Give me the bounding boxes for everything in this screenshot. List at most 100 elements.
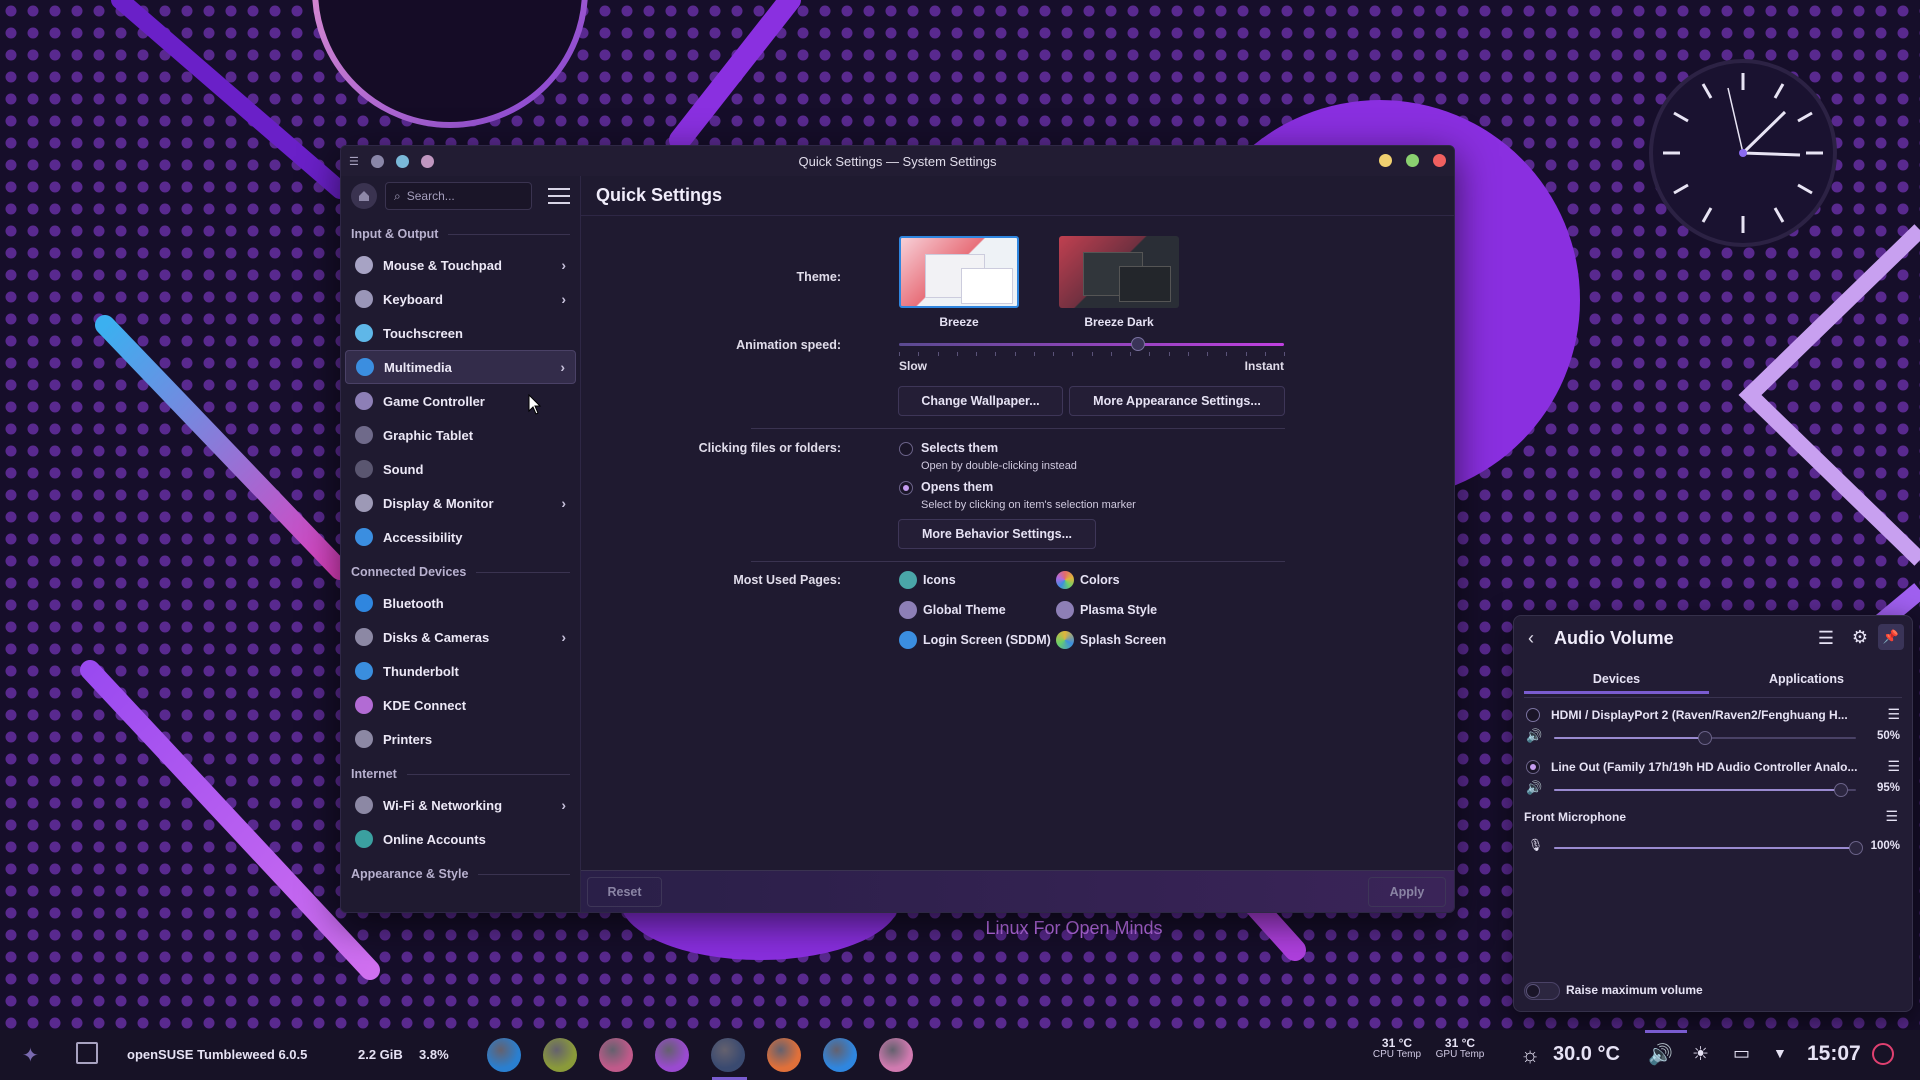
sidebar-item-kde-connect[interactable]: KDE Connect (345, 688, 576, 722)
disk-icon[interactable] (599, 1038, 633, 1072)
graphic-tablet-icon (355, 426, 373, 444)
weather-temperature[interactable]: 30.0 °C (1553, 1043, 1620, 1066)
breeze-dark-thumbnail (1059, 236, 1179, 308)
lineout-volume-slider[interactable] (1554, 783, 1856, 797)
more-behavior-button[interactable]: More Behavior Settings... (898, 519, 1096, 549)
game-icon[interactable] (543, 1038, 577, 1072)
slider-tick (1226, 352, 1228, 356)
hdmi-volume-slider[interactable] (1554, 731, 1856, 745)
microphone-icon[interactable]: 🎙 (1528, 838, 1543, 852)
slider-tick (1207, 352, 1208, 356)
overview-icon[interactable] (76, 1042, 98, 1064)
dolphin-icon[interactable] (823, 1038, 857, 1072)
back-icon[interactable]: ‹ (1528, 628, 1534, 649)
home-button[interactable] (351, 183, 377, 209)
speaker-icon[interactable]: 🔊 (1526, 780, 1542, 796)
slider-tick (1053, 352, 1054, 356)
keep-above-button[interactable] (395, 154, 409, 168)
tab-applications[interactable]: Applications (1714, 664, 1899, 694)
shop-icon[interactable] (655, 1038, 689, 1072)
chevron-right-icon: › (561, 257, 566, 273)
page-colors[interactable]: Colors (1056, 571, 1120, 589)
page-login-screen[interactable]: Login Screen (SDDM) (899, 631, 1051, 649)
menu-icon[interactable]: ☰ (1818, 628, 1834, 649)
brightness-icon[interactable]: ☀ (1692, 1043, 1709, 1066)
speaker-icon[interactable]: 🔊 (1526, 728, 1542, 744)
page-global-theme[interactable]: Global Theme (899, 601, 1006, 619)
tab-devices[interactable]: Devices (1524, 664, 1709, 694)
sidebar-item-touchscreen[interactable]: Touchscreen (345, 316, 576, 350)
window-titlebar[interactable]: Quick Settings — System Settings ☰ (341, 146, 1454, 176)
shade-button[interactable] (420, 154, 434, 168)
minimize-button[interactable] (1379, 154, 1392, 167)
sidebar-item-multimedia[interactable]: Multimedia › (345, 350, 576, 384)
sidebar-item-printers[interactable]: Printers (345, 722, 576, 756)
gear-icon[interactable]: ⚙ (1852, 627, 1868, 648)
firefox-icon[interactable] (767, 1038, 801, 1072)
sidebar-item-label: Thunderbolt (383, 663, 459, 679)
slider-handle[interactable] (1698, 731, 1712, 745)
display-config-icon[interactable]: ▭ (1733, 1043, 1750, 1064)
colors-icon (1056, 571, 1074, 589)
lineout-default-radio[interactable] (1526, 760, 1540, 774)
selects-them-label[interactable]: Selects them (921, 441, 998, 455)
theme-breeze-dark[interactable]: Breeze Dark (1059, 236, 1179, 329)
tray-expand-icon[interactable]: ▼ (1773, 1045, 1787, 1061)
raise-volume-toggle[interactable] (1524, 982, 1560, 1000)
pin-icon[interactable]: 📌 (1878, 624, 1904, 650)
search-input[interactable]: ⌕ Search... (385, 182, 532, 210)
slider-handle[interactable] (1833, 783, 1848, 797)
selects-them-radio[interactable] (899, 442, 913, 456)
sidebar-section-header: Internet (341, 760, 580, 788)
sidebar-item-keyboard[interactable]: Keyboard › (345, 282, 576, 316)
lineout-device-name: Line Out (Family 17h/19h HD Audio Contro… (1551, 760, 1858, 774)
hdmi-menu-icon[interactable]: ☰ (1887, 706, 1900, 723)
animation-slider-handle[interactable] (1130, 337, 1145, 351)
sidebar-item-sound[interactable]: Sound (345, 452, 576, 486)
lineout-menu-icon[interactable]: ☰ (1887, 758, 1900, 775)
divider (751, 428, 1285, 429)
page-icons[interactable]: Icons (899, 571, 956, 589)
page-splash-screen[interactable]: Splash Screen (1056, 631, 1166, 649)
mic-device-name: Front Microphone (1524, 810, 1626, 824)
maximize-button[interactable] (1406, 154, 1419, 167)
close-button[interactable] (1433, 154, 1446, 167)
sidebar-item-bluetooth[interactable]: Bluetooth (345, 586, 576, 620)
sidebar-item-wi-fi-networking[interactable]: Wi-Fi & Networking › (345, 788, 576, 822)
sidebar-item-disks-cameras[interactable]: Disks & Cameras › (345, 620, 576, 654)
hamburger-menu-icon[interactable] (548, 188, 570, 204)
system-monitor-icon[interactable] (487, 1038, 521, 1072)
analog-clock-widget (1649, 59, 1837, 247)
clock[interactable]: 15:07 (1807, 1042, 1861, 1066)
sidebar-item-online-accounts[interactable]: Online Accounts (345, 822, 576, 856)
pin-button[interactable] (370, 154, 384, 168)
mic-volume-slider[interactable] (1554, 841, 1863, 855)
sidebar-item-thunderbolt[interactable]: Thunderbolt (345, 654, 576, 688)
settings-icon[interactable] (711, 1038, 745, 1072)
theme-breeze[interactable]: Breeze (899, 236, 1019, 329)
more-appearance-button[interactable]: More Appearance Settings... (1069, 386, 1285, 416)
opens-them-label[interactable]: Opens them (921, 480, 993, 494)
sidebar-item-label: Sound (383, 461, 424, 477)
change-wallpaper-button[interactable]: Change Wallpaper... (898, 386, 1063, 416)
theme-label: Theme: (796, 270, 841, 284)
apply-button[interactable]: Apply (1368, 877, 1446, 907)
slider-handle[interactable] (1849, 841, 1863, 855)
opens-them-radio[interactable] (899, 481, 913, 495)
hdmi-default-radio[interactable] (1526, 708, 1540, 722)
sidebar-item-accessibility[interactable]: Accessibility (345, 520, 576, 554)
mic-menu-icon[interactable]: ☰ (1885, 808, 1898, 825)
krita-icon[interactable] (879, 1038, 913, 1072)
reset-button[interactable]: Reset (587, 877, 662, 907)
app-menu-icon[interactable]: ☰ (349, 155, 359, 168)
weather-icon[interactable]: ☼ (1520, 1042, 1540, 1068)
do-not-disturb-icon[interactable] (1872, 1043, 1894, 1065)
sidebar-item-display-monitor[interactable]: Display & Monitor › (345, 486, 576, 520)
slider-tick (1149, 352, 1151, 356)
application-launcher-icon[interactable]: ✦ (22, 1043, 39, 1068)
sidebar-item-graphic-tablet[interactable]: Graphic Tablet (345, 418, 576, 452)
page-plasma-style[interactable]: Plasma Style (1056, 601, 1157, 619)
volume-icon[interactable]: 🔊 (1648, 1042, 1673, 1067)
sidebar-item-mouse-touchpad[interactable]: Mouse & Touchpad › (345, 248, 576, 282)
animation-speed-slider[interactable] (899, 334, 1285, 358)
